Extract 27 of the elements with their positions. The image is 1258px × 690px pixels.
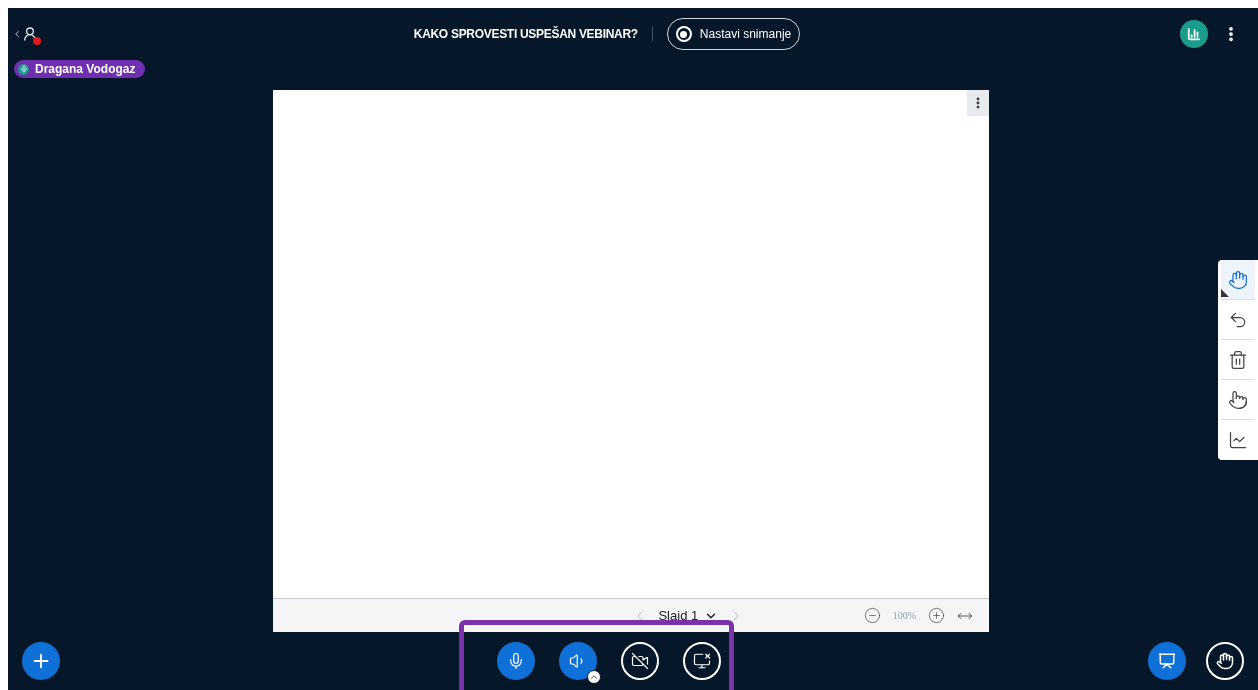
screen-share-off-icon xyxy=(693,652,711,670)
zoom-in-icon[interactable] xyxy=(928,607,945,624)
audio-options-icon[interactable] xyxy=(587,670,601,684)
camera-button[interactable] xyxy=(621,642,659,680)
slide-options-button[interactable] xyxy=(967,90,989,116)
hand-icon xyxy=(1228,269,1248,290)
hand-icon xyxy=(1216,652,1234,670)
meeting-title: KAKO SPROVESTI USPEŠAN VEBINAR? xyxy=(413,25,638,43)
presentation-icon xyxy=(1158,652,1176,670)
microphone-button[interactable] xyxy=(497,642,535,680)
zoom-level: 100% xyxy=(892,609,916,623)
screen-share-button[interactable] xyxy=(683,642,721,680)
presenter-badge: Dragana Vodogaz xyxy=(14,60,146,78)
trash-icon xyxy=(1228,349,1248,370)
tool-button[interactable] xyxy=(1221,260,1255,300)
users-toggle-icon[interactable] xyxy=(12,26,38,42)
zoom-out-icon[interactable] xyxy=(863,607,881,624)
pointer-icon xyxy=(1228,389,1248,410)
presentation-button[interactable] xyxy=(1148,642,1186,680)
record-icon xyxy=(675,26,692,42)
slide-selector[interactable]: Slaid 1 xyxy=(658,605,719,626)
add-button[interactable] xyxy=(22,642,60,680)
raise-hand-button[interactable] xyxy=(1206,642,1244,680)
chart-icon xyxy=(1228,430,1248,450)
signal-icon xyxy=(1187,27,1201,41)
connection-status-button[interactable] xyxy=(1180,20,1208,48)
camera-off-icon xyxy=(631,652,649,670)
